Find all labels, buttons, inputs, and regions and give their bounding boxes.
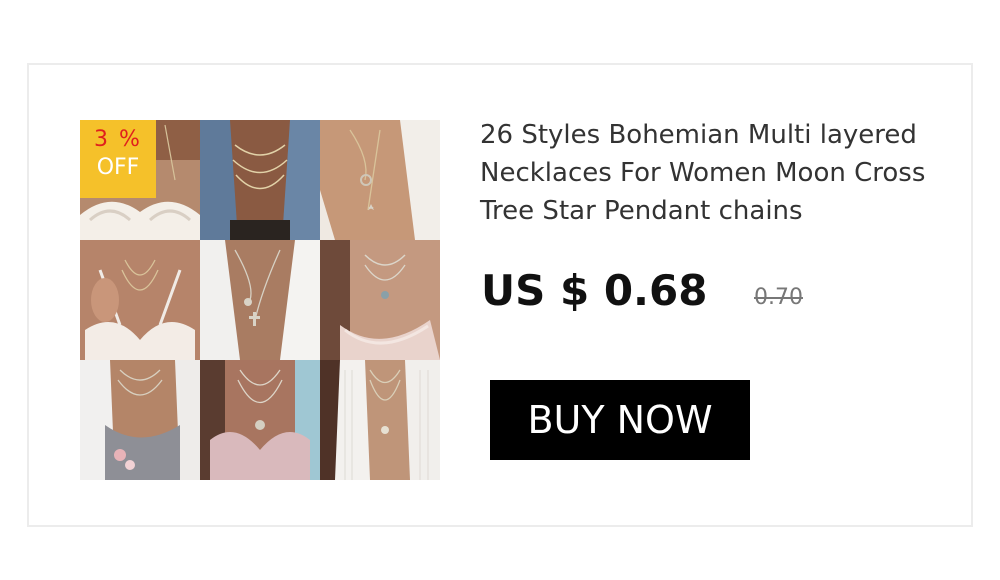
product-photo-tile — [200, 360, 320, 480]
product-photo-tile — [320, 120, 440, 240]
product-photo-tile — [320, 360, 440, 480]
product-photo-tile — [200, 240, 320, 360]
product-photo-tile — [80, 240, 200, 360]
product-photo-tile — [320, 240, 440, 360]
product-photo-tile — [80, 360, 200, 480]
product-photo-tile — [200, 120, 320, 240]
discount-badge: 3 % OFF — [80, 120, 156, 198]
product-title[interactable]: 26 Styles Bohemian Multi layered Necklac… — [480, 116, 950, 230]
buy-now-button[interactable]: BUY NOW — [490, 380, 750, 460]
current-price: US $ 0.68 — [481, 266, 708, 315]
original-price: 0.70 — [754, 285, 803, 310]
discount-off-label: OFF — [96, 155, 140, 180]
discount-percent: 3 % — [94, 127, 142, 152]
